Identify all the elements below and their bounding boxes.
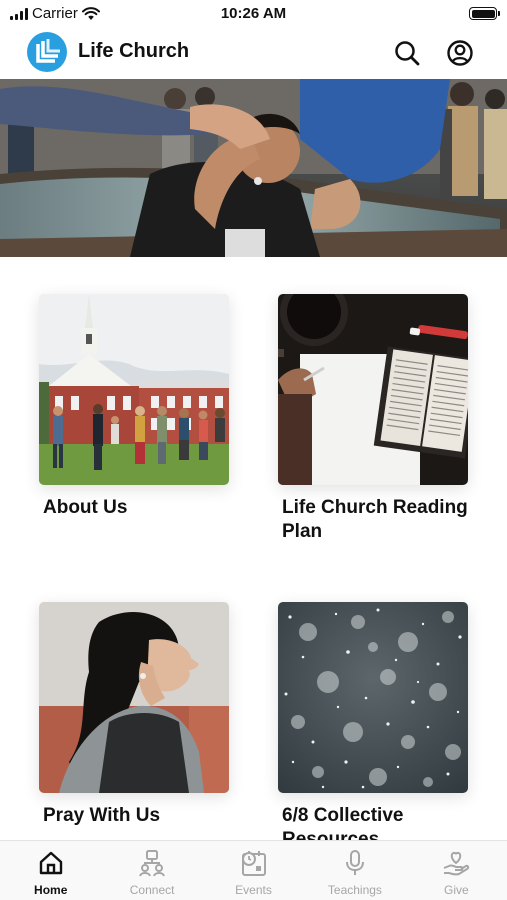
tab-bar: Home Connect Events Teachings Give	[0, 840, 507, 900]
card-title: About Us	[43, 497, 128, 518]
snow-photo	[278, 602, 468, 793]
hero-banner[interactable]	[0, 79, 507, 257]
card-pray-with-us[interactable]: Pray With Us	[39, 602, 229, 828]
battery-icon	[469, 7, 500, 20]
status-bar: Carrier 10:26 AM	[0, 0, 507, 28]
tab-label: Home	[34, 883, 68, 897]
tab-label: Give	[443, 883, 469, 897]
microphone-icon	[345, 850, 364, 875]
give-icon	[443, 851, 470, 876]
card-about-us[interactable]: About Us	[39, 294, 229, 520]
tab-give[interactable]: Give	[406, 841, 507, 900]
card-image	[39, 602, 229, 793]
card-collective-resources[interactable]: 6/8 Collective Resources	[278, 602, 468, 852]
card-reading-plan[interactable]: Life Church Reading Plan	[278, 294, 468, 544]
search-button[interactable]	[392, 38, 422, 68]
tab-events[interactable]: Events	[203, 841, 304, 900]
card-title: Pray With Us	[43, 805, 161, 826]
card-image	[278, 294, 468, 485]
account-icon	[447, 40, 473, 66]
baptism-photo	[0, 79, 507, 257]
app-header: Life Church	[0, 28, 507, 78]
bible-reading-photo	[278, 294, 468, 485]
events-icon	[241, 851, 266, 876]
church-building-photo	[39, 294, 229, 485]
tab-connect[interactable]: Connect	[101, 841, 202, 900]
card-title: Life Church Reading Plan	[282, 497, 468, 542]
tab-label: Events	[235, 883, 272, 897]
tab-home[interactable]: Home	[0, 841, 101, 900]
woman-praying-photo	[39, 602, 229, 793]
tab-label: Connect	[129, 883, 175, 897]
connect-icon	[139, 850, 166, 877]
church-logo-icon	[27, 32, 67, 72]
card-image	[39, 294, 229, 485]
card-image	[278, 602, 468, 793]
app-title: Life Church	[78, 40, 190, 62]
tab-teachings[interactable]: Teachings	[304, 841, 405, 900]
tab-label: Teachings	[327, 883, 382, 897]
home-icon	[39, 851, 62, 875]
account-button[interactable]	[445, 38, 475, 68]
search-icon	[395, 41, 420, 66]
status-time: 10:26 AM	[220, 5, 287, 22]
